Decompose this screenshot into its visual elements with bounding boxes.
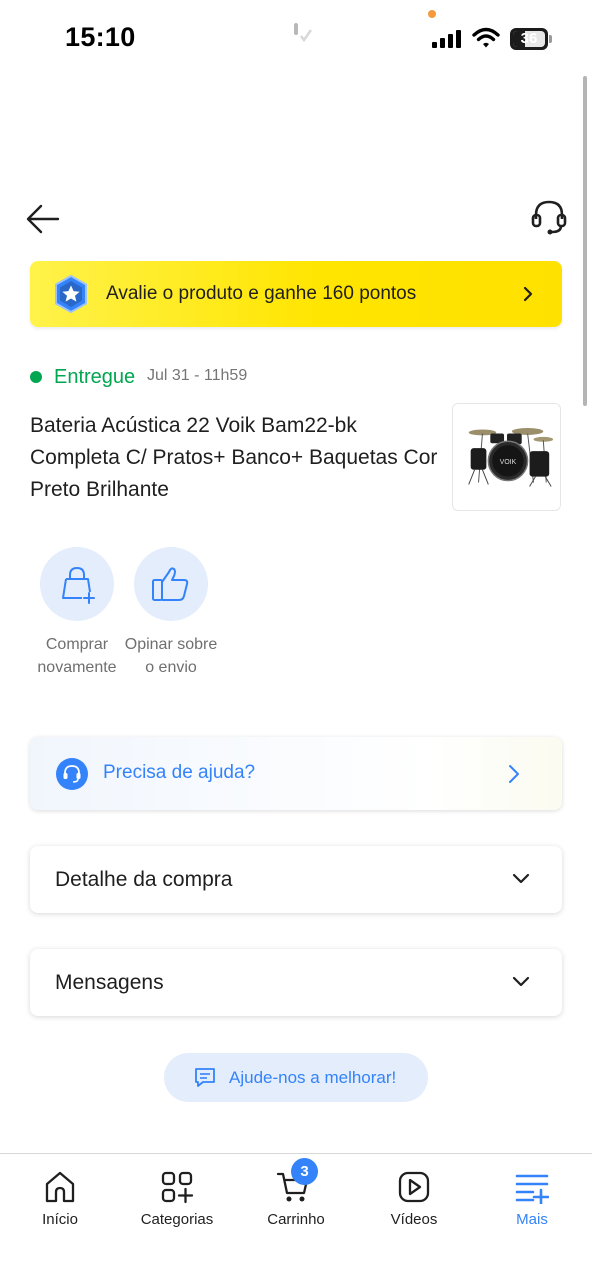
drum-kit-image: VOIK bbox=[468, 428, 554, 487]
back-arrow-icon[interactable] bbox=[24, 200, 62, 238]
battery-icon: 36 bbox=[510, 28, 552, 50]
microphone-indicator-icon bbox=[294, 23, 313, 43]
chat-bubble-icon bbox=[195, 1068, 215, 1087]
messages-title: Mensagens bbox=[55, 971, 164, 994]
review-points-text: Avalie o produto e ganhe 160 pontos bbox=[106, 283, 417, 304]
delivery-date: Jul 31 - 11h59 bbox=[147, 367, 248, 384]
play-icon bbox=[398, 1171, 430, 1203]
rate-delivery-button[interactable] bbox=[134, 547, 208, 621]
help-icon-circle bbox=[56, 758, 88, 790]
status-time: 15:10 bbox=[65, 22, 136, 52]
privacy-indicator-dot bbox=[428, 10, 436, 18]
buy-again-button[interactable] bbox=[40, 547, 114, 621]
product-thumbnail[interactable]: VOIK bbox=[452, 403, 561, 511]
buy-again-label: Comprar novamente bbox=[37, 636, 117, 676]
thumbs-up-icon bbox=[152, 567, 189, 601]
battery-level: 36 bbox=[520, 30, 538, 47]
feedback-text: Ajude-nos a melhorar! bbox=[229, 1068, 397, 1087]
messages-accordion[interactable]: Mensagens bbox=[30, 949, 562, 1016]
chevron-right-icon bbox=[509, 765, 519, 783]
review-points-banner[interactable]: Avalie o produto e ganhe 160 pontos bbox=[30, 261, 562, 327]
nav-label-more: Mais bbox=[516, 1211, 548, 1228]
cart-count-badge: 3 bbox=[291, 1158, 318, 1185]
thumbnail-brand: VOIK bbox=[500, 459, 517, 466]
delivered-status-dot bbox=[30, 371, 42, 383]
nav-label-categories: Categorias bbox=[140, 1211, 214, 1228]
grid-plus-icon bbox=[161, 1171, 194, 1204]
headset-icon bbox=[63, 765, 81, 783]
chevron-down-icon bbox=[512, 873, 530, 884]
feedback-button[interactable]: Ajude-nos a melhorar! bbox=[164, 1053, 428, 1102]
chevron-down-icon bbox=[512, 976, 530, 987]
need-help-card[interactable]: Precisa de ajuda? bbox=[30, 737, 562, 810]
rate-delivery-label: Opinar sobre o envio bbox=[124, 636, 218, 676]
need-help-text: Precisa de ajuda? bbox=[103, 762, 256, 783]
shopping-bag-plus-icon bbox=[62, 566, 95, 604]
buy-again-action[interactable]: Comprar novamente bbox=[27, 547, 127, 679]
nav-label-home: Início bbox=[42, 1211, 78, 1228]
menu-plus-icon bbox=[515, 1174, 549, 1204]
nav-item-videos[interactable]: Vídeos bbox=[364, 1154, 464, 1244]
nav-item-home[interactable]: Início bbox=[10, 1154, 110, 1244]
product-title[interactable]: Bateria Acústica 22 Voik Bam22-bk Comple… bbox=[30, 410, 440, 506]
nav-label-cart: Carrinho bbox=[267, 1211, 325, 1228]
cellular-signal-icon bbox=[432, 30, 461, 48]
purchase-detail-accordion[interactable]: Detalhe da compra bbox=[30, 846, 562, 913]
delivery-status-label: Entregue bbox=[54, 366, 136, 388]
rate-delivery-action[interactable]: Opinar sobre o envio bbox=[121, 547, 221, 679]
wifi-icon bbox=[472, 27, 500, 48]
nav-item-categories[interactable]: Categorias bbox=[127, 1154, 227, 1244]
purchase-detail-title: Detalhe da compra bbox=[55, 868, 233, 891]
support-headset-icon[interactable] bbox=[530, 198, 568, 238]
nav-label-videos: Vídeos bbox=[390, 1211, 438, 1228]
star-medal-icon bbox=[55, 275, 87, 313]
scrollbar[interactable] bbox=[583, 76, 587, 406]
nav-item-more[interactable]: Mais bbox=[482, 1154, 582, 1244]
status-bar: 15:10 36 bbox=[0, 0, 592, 76]
home-icon bbox=[45, 1171, 75, 1203]
chevron-right-icon bbox=[523, 286, 533, 302]
